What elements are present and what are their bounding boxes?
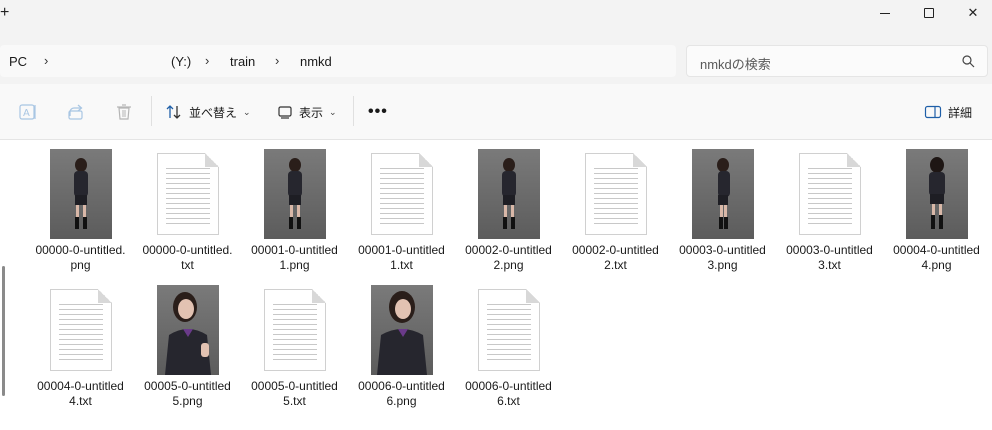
text-file-icon	[263, 289, 326, 371]
image-thumbnail	[370, 285, 433, 375]
minimize-button[interactable]	[862, 0, 908, 26]
file-item[interactable]: 00002-0-untitled 2.png	[455, 147, 562, 277]
address-row: PC › (Y:) › train › nmkd nmkdの検索	[0, 26, 992, 84]
chevron-right-icon[interactable]: ›	[275, 53, 279, 68]
breadcrumb-train[interactable]: train	[230, 54, 255, 69]
text-file-icon	[584, 153, 647, 235]
image-thumbnail	[156, 285, 219, 375]
search-placeholder: nmkdの検索	[700, 57, 771, 72]
file-item[interactable]: 00005-0-untitled 5.txt	[241, 283, 348, 413]
file-name: 00002-0-untitled 2.png	[465, 243, 552, 272]
file-item[interactable]: 00001-0-untitled 1.png	[241, 147, 348, 277]
details-pane-icon	[924, 105, 942, 119]
breadcrumb-nmkd[interactable]: nmkd	[300, 54, 332, 69]
rename-icon[interactable]: A	[18, 102, 38, 122]
toolbar-divider	[353, 96, 354, 126]
sort-label: 並べ替え	[189, 105, 238, 120]
image-thumbnail	[477, 149, 540, 239]
command-bar: A 並べ替え ⌄ 表示 ⌄ ••• 詳細	[0, 84, 992, 140]
text-file-icon	[798, 153, 861, 235]
search-input[interactable]: nmkdの検索	[686, 45, 988, 77]
image-thumbnail	[263, 149, 326, 239]
file-name: 00001-0-untitled 1.txt	[358, 243, 445, 272]
file-item[interactable]: 00001-0-untitled 1.txt	[348, 147, 455, 277]
text-file-icon	[156, 153, 219, 235]
file-item[interactable]: 00002-0-untitled 2.txt	[562, 147, 669, 277]
more-options-button[interactable]: •••	[368, 98, 388, 126]
text-file-icon	[49, 289, 112, 371]
file-name: 00004-0-untitled 4.png	[893, 243, 980, 272]
file-item[interactable]: 00004-0-untitled 4.txt	[27, 283, 134, 413]
toolbar-divider	[151, 96, 152, 126]
file-name: 00003-0-untitled 3.png	[679, 243, 766, 272]
breadcrumb-drive[interactable]: (Y:)	[171, 54, 191, 69]
file-item[interactable]: 00003-0-untitled 3.txt	[776, 147, 883, 277]
file-item[interactable]: 00000-0-untitled. txt	[134, 147, 241, 277]
search-icon	[962, 55, 975, 68]
file-name: 00004-0-untitled 4.txt	[37, 379, 124, 408]
file-item[interactable]: 00004-0-untitled 4.png	[883, 147, 990, 277]
sort-button[interactable]: 並べ替え ⌄	[165, 98, 251, 126]
file-name: 00005-0-untitled 5.txt	[251, 379, 338, 408]
chevron-down-icon: ⌄	[329, 106, 337, 117]
close-icon: ✕	[967, 5, 979, 20]
file-item[interactable]: 00000-0-untitled. png	[27, 147, 134, 277]
file-name: 00005-0-untitled 5.png	[144, 379, 231, 408]
breadcrumb-pc[interactable]: PC	[9, 54, 27, 69]
text-file-icon	[477, 289, 540, 371]
view-label: 表示	[299, 105, 324, 120]
file-name: 00006-0-untitled 6.txt	[465, 379, 552, 408]
file-item[interactable]: 00006-0-untitled 6.png	[348, 283, 455, 413]
file-item[interactable]: 00005-0-untitled 5.png	[134, 283, 241, 413]
file-name: 00006-0-untitled 6.png	[358, 379, 445, 408]
file-item[interactable]: 00006-0-untitled 6.txt	[455, 283, 562, 413]
navigation-pane-scrollbar[interactable]	[2, 266, 5, 396]
file-name: 00003-0-untitled 3.txt	[786, 243, 873, 272]
share-icon[interactable]	[66, 102, 86, 122]
image-thumbnail	[49, 149, 112, 239]
file-name: 00000-0-untitled. png	[35, 243, 126, 272]
file-name: 00001-0-untitled 1.png	[251, 243, 338, 272]
details-label: 詳細	[948, 105, 973, 120]
maximize-button[interactable]	[906, 0, 952, 26]
image-thumbnail	[691, 149, 754, 239]
file-name: 00002-0-untitled 2.txt	[572, 243, 659, 272]
chevron-right-icon[interactable]: ›	[205, 53, 209, 68]
close-button[interactable]: ✕	[950, 0, 992, 26]
svg-text:A: A	[23, 108, 30, 119]
view-button[interactable]: 表示 ⌄	[277, 98, 337, 126]
minimize-icon	[880, 12, 890, 14]
text-file-icon	[370, 153, 433, 235]
view-icon	[278, 106, 292, 119]
chevron-right-icon[interactable]: ›	[44, 53, 48, 68]
address-bar[interactable]	[0, 45, 676, 77]
new-tab-button[interactable]: +	[0, 5, 14, 21]
title-bar: + ✕	[0, 0, 992, 26]
chevron-down-icon: ⌄	[243, 106, 251, 117]
image-thumbnail	[905, 149, 968, 239]
file-item[interactable]: 00003-0-untitled 3.png	[669, 147, 776, 277]
maximize-icon	[924, 8, 934, 18]
details-pane-button[interactable]: 詳細	[924, 98, 972, 126]
delete-icon[interactable]	[114, 102, 134, 122]
file-name: 00000-0-untitled. txt	[142, 243, 233, 272]
sort-icon	[166, 105, 181, 119]
